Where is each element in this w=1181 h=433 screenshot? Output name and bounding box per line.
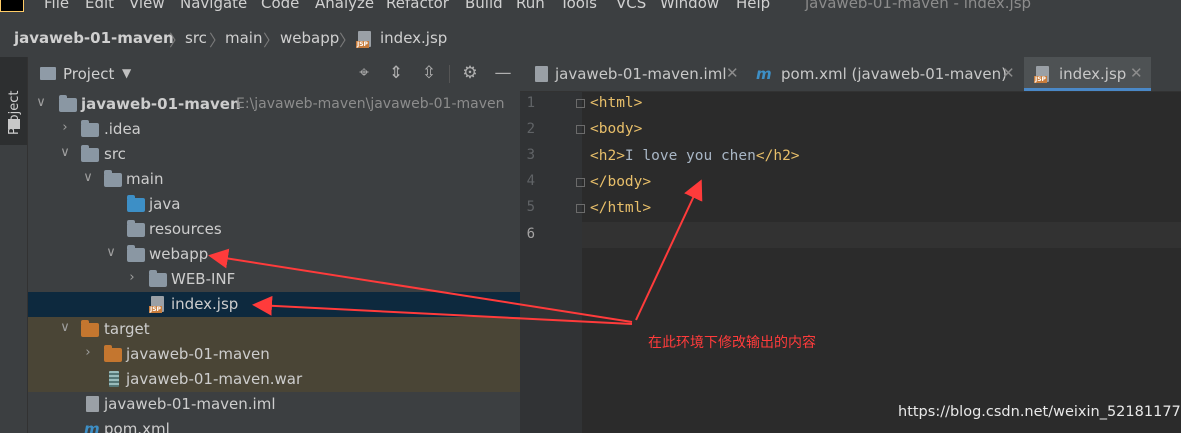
annotation-arrows [208, 179, 703, 325]
arrow-to-code [635, 179, 703, 321]
arrow-to-webapp [208, 248, 633, 323]
watermark: https://blog.csdn.net/weixin_52181177 [898, 404, 1181, 420]
annotation-text: 在此环境下修改输出的内容 [648, 335, 816, 351]
arrow-to-index-jsp [252, 295, 633, 325]
